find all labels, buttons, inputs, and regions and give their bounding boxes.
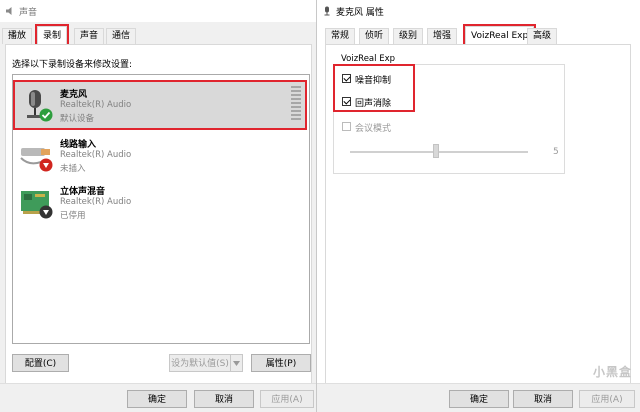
- group-title: VoizReal Exp: [339, 54, 398, 64]
- ok-button[interactable]: 确定: [449, 390, 509, 408]
- device-name: 线路输入: [60, 140, 97, 150]
- tab-listen[interactable]: 侦听: [359, 28, 390, 44]
- dialog-footer: 确定 取消 应用(A): [317, 383, 640, 412]
- noise-suppression-checkbox[interactable]: [342, 74, 351, 83]
- microphone-properties-dialog: 麦克风 属性 常规 侦听 级别 增强 VoizReal Exp 高级 VoizR…: [317, 0, 640, 412]
- device-driver: Realtek(R) Audio: [60, 100, 132, 110]
- device-status: 默认设备: [60, 114, 95, 124]
- unplugged-arrow-icon: [39, 158, 53, 172]
- tab-playback[interactable]: 播放: [2, 28, 33, 44]
- tab-sounds[interactable]: 声音: [74, 28, 105, 44]
- slider-track[interactable]: [350, 151, 528, 153]
- tab-recording[interactable]: 录制: [34, 24, 70, 47]
- device-list[interactable]: 麦克风 Realtek(R) Audio 默认设备 线路输入 Realtek(R…: [12, 74, 310, 344]
- device-status: 未插入: [60, 164, 86, 174]
- apply-button[interactable]: 应用(A): [579, 390, 635, 408]
- device-status: 已停用: [60, 211, 86, 221]
- title-bar[interactable]: 声音: [0, 0, 316, 22]
- device-item-microphone[interactable]: 麦克风 Realtek(R) Audio 默认设备: [13, 80, 307, 130]
- sound-dialog: 声音 播放 录制 声音 通信 选择以下录制设备来修改设置: 麦克风 Realte…: [0, 0, 317, 412]
- device-item-stereo-mix[interactable]: 立体声混音 Realtek(R) Audio 已停用: [15, 179, 305, 225]
- configure-button[interactable]: 配置(C): [12, 354, 69, 372]
- tab-voizreal-exp[interactable]: VoizReal Exp: [462, 24, 537, 47]
- tab-strip: 播放 录制 声音 通信: [0, 22, 316, 47]
- device-driver: Realtek(R) Audio: [60, 197, 132, 207]
- watermark-text: 小黑盒: [592, 365, 632, 379]
- tab-strip: 常规 侦听 级别 增强 VoizReal Exp 高级: [317, 22, 640, 47]
- device-name: 麦克风: [60, 90, 88, 100]
- tab-enhancements[interactable]: 增强: [427, 28, 458, 44]
- level-meter: [291, 86, 301, 122]
- echo-cancellation-label: 回声消除: [355, 99, 392, 109]
- set-default-button[interactable]: 设为默认值(S): [169, 354, 231, 372]
- echo-cancellation-checkbox[interactable]: [342, 97, 351, 106]
- tab-communications[interactable]: 通信: [106, 28, 137, 44]
- default-check-icon: [39, 108, 53, 122]
- properties-button[interactable]: 属性(P): [251, 354, 311, 372]
- device-driver: Realtek(R) Audio: [60, 150, 132, 160]
- disabled-arrow-icon: [39, 205, 53, 219]
- tab-general[interactable]: 常规: [325, 28, 356, 44]
- apply-button[interactable]: 应用(A): [260, 390, 314, 408]
- slider-thumb[interactable]: [433, 144, 439, 158]
- chevron-down-icon: [233, 361, 240, 366]
- ok-button[interactable]: 确定: [127, 390, 187, 408]
- dialog-footer: 确定 取消 应用(A): [0, 383, 316, 412]
- title-bar[interactable]: 麦克风 属性: [317, 0, 640, 22]
- conference-mode-label: 会议模式: [355, 124, 392, 134]
- tab-levels[interactable]: 级别: [393, 28, 424, 44]
- speaker-icon: [6, 7, 12, 15]
- device-item-line-in[interactable]: 线路输入 Realtek(R) Audio 未插入: [15, 132, 305, 178]
- noise-suppression-label: 噪音抑制: [355, 76, 392, 86]
- window-title: 麦克风 属性: [336, 8, 384, 18]
- microphone-icon: [324, 6, 330, 16]
- instruction-text: 选择以下录制设备来修改设置:: [12, 60, 133, 70]
- set-default-dropdown[interactable]: [230, 354, 243, 372]
- tab-advanced[interactable]: 高级: [527, 28, 558, 44]
- cancel-button[interactable]: 取消: [513, 390, 573, 408]
- conference-mode-checkbox[interactable]: [342, 122, 351, 131]
- cancel-button[interactable]: 取消: [194, 390, 254, 408]
- window-title: 声音: [19, 8, 38, 18]
- slider-end-label: 5: [553, 147, 559, 157]
- device-name: 立体声混音: [60, 187, 106, 197]
